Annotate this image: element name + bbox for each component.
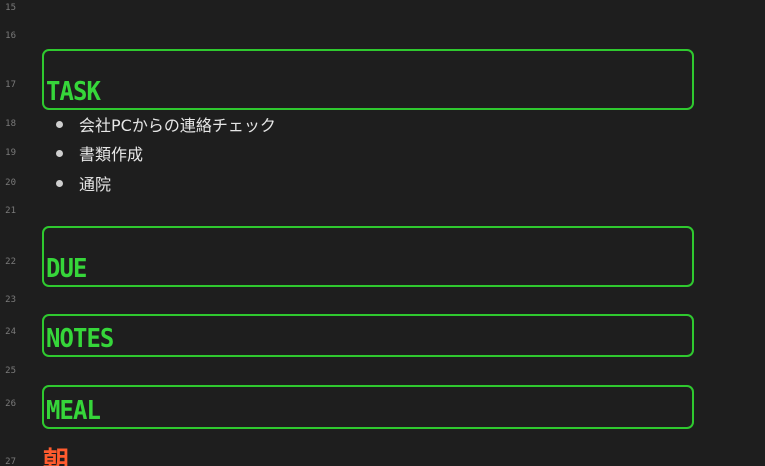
line-number: 19 xyxy=(5,148,16,158)
bullet-icon xyxy=(56,149,63,157)
line-number: 15 xyxy=(5,3,16,13)
list-item[interactable]: 書類作成 xyxy=(56,141,143,165)
list-item[interactable]: 会社PCからの連絡チェック xyxy=(56,112,276,136)
due-heading-label: DUE xyxy=(46,254,87,284)
task-heading[interactable]: TASK xyxy=(42,49,694,110)
breakfast-subheading[interactable]: 朝 xyxy=(43,447,69,466)
line-number: 27 xyxy=(5,457,16,466)
list-item-text: 会社PCからの連絡チェック xyxy=(79,116,276,135)
line-number: 16 xyxy=(5,31,16,41)
line-number: 20 xyxy=(5,178,16,188)
line-number: 25 xyxy=(5,366,16,376)
line-number: 21 xyxy=(5,206,16,216)
meal-heading-label: MEAL xyxy=(46,396,101,426)
notes-heading-label: NOTES xyxy=(46,324,114,354)
list-item-text: 通院 xyxy=(79,175,112,194)
line-number: 22 xyxy=(5,257,16,267)
list-item[interactable]: 通院 xyxy=(56,171,111,195)
bullet-icon xyxy=(56,120,63,128)
line-number: 17 xyxy=(5,80,16,90)
line-number: 24 xyxy=(5,327,16,337)
task-heading-label: TASK xyxy=(46,77,101,107)
notes-heading[interactable]: NOTES xyxy=(42,314,694,357)
line-number: 26 xyxy=(5,399,16,409)
line-number: 23 xyxy=(5,295,16,305)
due-heading[interactable]: DUE xyxy=(42,226,694,287)
bullet-icon xyxy=(56,179,63,187)
list-item-text: 書類作成 xyxy=(79,145,144,164)
line-number: 18 xyxy=(5,119,16,129)
meal-heading[interactable]: MEAL xyxy=(42,385,694,429)
